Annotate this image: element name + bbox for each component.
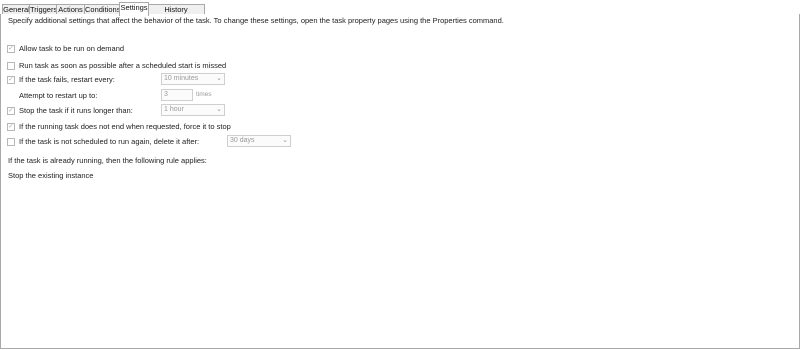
- settings-description: Specify additional settings that affect …: [8, 16, 504, 25]
- delete-if-not-scheduled-row: If the task is not scheduled to run agai…: [0, 136, 800, 148]
- delete-after-select[interactable]: 30 days ⌄: [227, 135, 291, 147]
- stop-if-longer-row: ✓ Stop the task if it runs longer than:: [0, 105, 800, 117]
- restart-interval-select[interactable]: 10 minutes ⌄: [161, 73, 225, 85]
- run-asap-row: Run task as soon as possible after a sch…: [0, 60, 800, 72]
- delete-if-not-scheduled-label: If the task is not scheduled to run agai…: [19, 137, 200, 146]
- restart-on-fail-row: ✓ If the task fails, restart every:: [0, 74, 800, 86]
- restart-interval-value: 10 minutes: [164, 75, 199, 82]
- force-stop-label: If the running task does not end when re…: [19, 122, 231, 131]
- restart-on-fail-checkbox[interactable]: ✓: [7, 76, 15, 84]
- chevron-down-icon: ⌄: [216, 106, 222, 113]
- restart-attempts-label: Attempt to restart up to:: [19, 91, 98, 100]
- checkmark-icon: ✓: [8, 45, 14, 52]
- run-asap-label: Run task as soon as possible after a sch…: [19, 61, 227, 70]
- restart-attempts-input[interactable]: 3: [161, 89, 193, 101]
- chevron-down-icon: ⌄: [282, 137, 288, 144]
- restart-attempts-unit: times: [196, 91, 212, 98]
- force-stop-row: ✓ If the running task does not end when …: [0, 121, 800, 133]
- delete-if-not-scheduled-checkbox[interactable]: [7, 138, 15, 146]
- checkmark-icon: ✓: [8, 107, 14, 114]
- chevron-down-icon: ⌄: [216, 75, 222, 82]
- checkmark-icon: ✓: [8, 123, 14, 130]
- run-asap-checkbox[interactable]: [7, 62, 15, 70]
- checkmark-icon: ✓: [8, 76, 14, 83]
- stop-duration-select[interactable]: 1 hour ⌄: [161, 104, 225, 116]
- running-rule-label: If the task is already running, then the…: [8, 156, 207, 165]
- delete-after-value: 30 days: [230, 137, 255, 144]
- allow-on-demand-label: Allow task to be run on demand: [19, 44, 125, 53]
- stop-if-longer-checkbox[interactable]: ✓: [7, 107, 15, 115]
- running-rule-value: Stop the existing instance: [8, 171, 94, 180]
- allow-on-demand-row: ✓ Allow task to be run on demand: [0, 43, 800, 55]
- stop-if-longer-label: Stop the task if it runs longer than:: [19, 106, 133, 115]
- stop-duration-value: 1 hour: [164, 106, 184, 113]
- allow-on-demand-checkbox[interactable]: ✓: [7, 45, 15, 53]
- force-stop-checkbox[interactable]: ✓: [7, 123, 15, 131]
- restart-on-fail-label: If the task fails, restart every:: [19, 75, 115, 84]
- tab-settings[interactable]: Settings: [119, 2, 149, 16]
